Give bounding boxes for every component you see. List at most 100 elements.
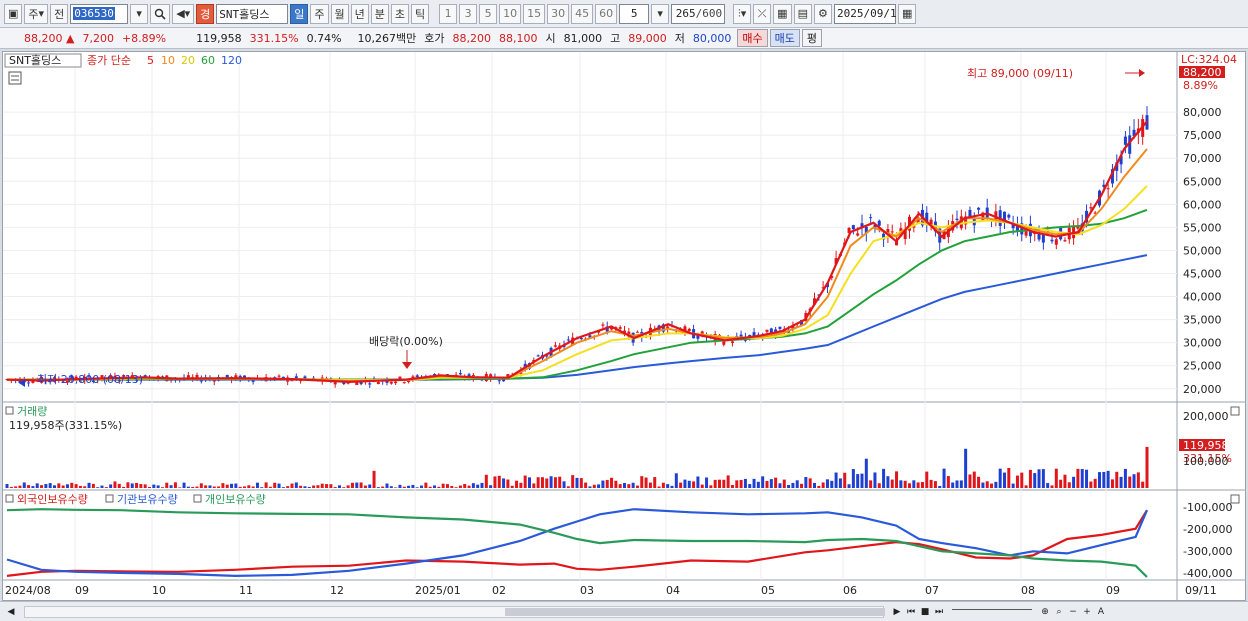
interval-select[interactable]: 5 (619, 3, 650, 24)
layout-icon[interactable]: ▣ (4, 3, 23, 24)
price-axis-tick: 20,000 (1183, 383, 1222, 396)
prev-button[interactable]: 전 (50, 3, 69, 24)
x-axis-label: 02 (492, 584, 506, 597)
zoom-slider[interactable] (952, 608, 1032, 615)
speaker-icon[interactable]: ◀▾ (172, 3, 195, 24)
fast-forward-icon[interactable]: ⏭ (932, 605, 946, 619)
sell-button[interactable]: 매도 (769, 29, 800, 47)
scroll-thumb[interactable] (505, 607, 885, 616)
volume-bar (294, 482, 298, 488)
volume-bar (847, 484, 851, 488)
date-calendar-icon[interactable]: ▦ (897, 3, 917, 24)
volume-bar (743, 478, 747, 488)
warning-badge[interactable]: 경 (196, 3, 215, 24)
volume-bar (230, 483, 234, 488)
indicator-icon[interactable]: ⤫ (753, 3, 772, 24)
volume-bar (553, 477, 557, 488)
interval-10[interactable]: 10 (499, 3, 522, 24)
volume-bar (877, 483, 881, 488)
candle-body (402, 382, 406, 384)
interval-45[interactable]: 45 (571, 3, 594, 24)
volume-bar (355, 482, 359, 488)
period-tick[interactable]: 틱 (411, 3, 430, 24)
candle-body (601, 324, 605, 326)
volume-bar (735, 480, 739, 488)
volume-close-icon[interactable] (1230, 406, 1240, 416)
gear-icon[interactable]: ⚙ (813, 3, 832, 24)
stock-chart[interactable]: 20,000 25,000 30,000 35,000 40,000 45,000 50,0… (3, 52, 1245, 600)
candle-settings-icon[interactable]: ⫶▾ (733, 3, 752, 24)
scroll-right-icon[interactable]: ▶ (890, 605, 904, 619)
volume-bar (420, 485, 424, 488)
volume-bar (1037, 469, 1041, 488)
volume-bar (627, 484, 631, 488)
volume-bar (471, 483, 475, 488)
stock-code-input[interactable]: 036530 (70, 3, 129, 24)
volume-bar (778, 483, 782, 488)
chart-type-select[interactable]: 주 ▾ (24, 3, 49, 24)
volume-bar (450, 486, 454, 488)
candle-body (566, 339, 570, 341)
volume-bar (864, 458, 868, 488)
interval-dropdown-icon[interactable]: ▾ (651, 3, 670, 24)
plus-icon[interactable]: + (1080, 605, 1094, 619)
price-axis-tick: 35,000 (1183, 314, 1222, 327)
date-input[interactable]: 2025/09/11 (833, 3, 903, 24)
volume-bar (476, 484, 480, 488)
volume-bar (402, 486, 406, 488)
code-dropdown-icon[interactable]: ▾ (130, 3, 149, 24)
scroll-left-icon[interactable]: ◀ (4, 605, 18, 619)
horizontal-scrollbar[interactable] (24, 605, 885, 618)
volume-bar (40, 485, 44, 488)
stop-icon[interactable]: ■ (918, 605, 932, 619)
period-day[interactable]: 일 (290, 3, 309, 24)
volume-bar (173, 482, 177, 488)
volume-bar (908, 483, 911, 488)
volume-panel-title: 거래량 (17, 405, 47, 418)
volume-bar (156, 485, 160, 488)
buy-button[interactable]: 매수 (737, 29, 768, 47)
chart-area[interactable]: 20,000 25,000 30,000 35,000 40,000 45,000 50,0… (2, 51, 1246, 601)
stock-name-field[interactable]: SNT홀딩스 (216, 3, 289, 24)
period-week[interactable]: 주 (310, 3, 329, 24)
interval-1[interactable]: 1 (439, 3, 458, 24)
period-month[interactable]: 월 (330, 3, 349, 24)
zoom-icon[interactable]: ⌕ (1052, 605, 1066, 619)
calendar-icon[interactable]: ▦ (773, 3, 792, 24)
minus-icon[interactable]: − (1066, 605, 1080, 619)
volume-bar (994, 481, 998, 488)
interval-60[interactable]: 60 (595, 3, 618, 24)
interval-3[interactable]: 3 (459, 3, 478, 24)
interval-15[interactable]: 15 (523, 3, 546, 24)
crosshair-icon[interactable]: ⊕ (1038, 605, 1052, 619)
save-icon[interactable]: ▤ (793, 3, 812, 24)
volume-bar (545, 478, 549, 488)
volume-bar (998, 468, 1002, 488)
table-toggle-icon[interactable] (8, 71, 22, 85)
period-minute[interactable]: 분 (370, 3, 389, 24)
period-second[interactable]: 초 (390, 3, 410, 24)
volume-bar (1046, 483, 1050, 488)
count-input[interactable]: 265/600 (671, 3, 726, 24)
price-axis-tick: 30,000 (1183, 337, 1222, 350)
rewind-icon[interactable]: ⏮ (904, 605, 918, 619)
ma-120-label: 120 (221, 54, 242, 67)
search-icon[interactable] (150, 3, 171, 24)
eval-button[interactable]: 평 (801, 29, 823, 47)
volume-bar (268, 486, 272, 488)
text-size-icon[interactable]: A (1094, 605, 1108, 619)
interval-5[interactable]: 5 (479, 3, 498, 24)
volume-bar (528, 477, 531, 488)
period-year[interactable]: 년 (350, 3, 369, 24)
volume-bar (221, 483, 225, 488)
volume-bar (752, 478, 756, 488)
candle-body (368, 383, 372, 385)
price-change-pct: +8.89% (121, 31, 167, 45)
volume-bar (925, 471, 929, 488)
volume-bar (657, 486, 661, 488)
volume-bar (597, 484, 601, 488)
interval-30[interactable]: 30 (547, 3, 570, 24)
price-change: 7,200 (82, 31, 114, 45)
volume-panel-value: 119,958주(331.15%) (9, 419, 122, 432)
volume-bar (1115, 471, 1119, 488)
